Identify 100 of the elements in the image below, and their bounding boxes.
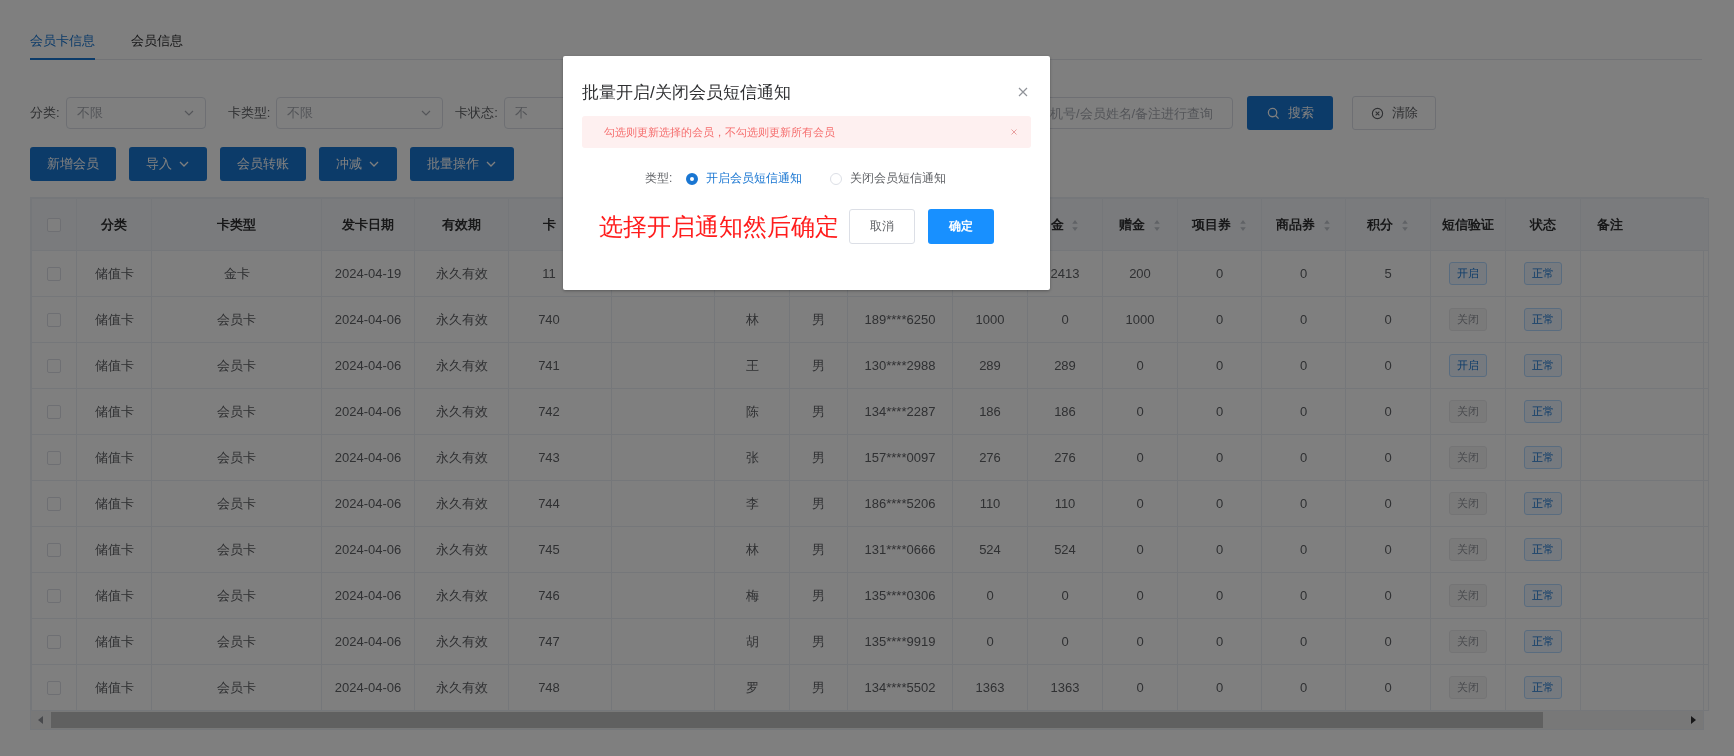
table-cell: 2024-04-06 — [334, 542, 402, 557]
status-tag: 正常 — [1524, 538, 1562, 561]
table-cell: 0 — [1136, 634, 1144, 649]
table-cell: 2024-04-06 — [334, 496, 402, 511]
table-cell: 0 — [1299, 404, 1308, 419]
table-cell: 1000 — [1125, 312, 1155, 327]
action-button[interactable]: 批量操作 — [410, 147, 514, 181]
table-cell: 5 — [1384, 266, 1392, 281]
status-tag: 正常 — [1524, 630, 1562, 653]
table-cell: 永久有效 — [435, 403, 488, 419]
column-header: 金 — [1050, 216, 1064, 232]
clear-button[interactable]: 清除 — [1352, 96, 1436, 130]
table-cell: 储值卡 — [94, 357, 134, 373]
annotation-text: 选择开启通知然后确定 — [599, 211, 839, 242]
table-cell: 2024-04-06 — [334, 634, 402, 649]
status-tag: 正常 — [1524, 676, 1562, 699]
table-cell: 储值卡 — [94, 265, 134, 281]
table-cell: 储值卡 — [94, 403, 134, 419]
table-cell: 276 — [1054, 450, 1076, 465]
table-cell: 储值卡 — [94, 633, 134, 649]
tab[interactable]: 会员卡信息 — [30, 32, 95, 60]
search-icon — [1266, 106, 1280, 120]
table-cell: 储值卡 — [94, 587, 134, 603]
action-button[interactable]: 冲减 — [319, 147, 397, 181]
column-header: 状态 — [1530, 216, 1556, 232]
table-cell: 2024-04-19 — [334, 266, 402, 281]
table-cell: 林 — [745, 541, 759, 557]
table-cell: 永久有效 — [435, 587, 488, 603]
table-cell: 0 — [1215, 312, 1224, 327]
close-icon[interactable] — [1017, 86, 1029, 98]
table-cell: 157****0097 — [864, 450, 936, 465]
status-tag: 正常 — [1524, 400, 1562, 423]
horizontal-scrollbar[interactable] — [31, 711, 1703, 729]
table-cell: 2413 — [1050, 266, 1080, 281]
table-cell: 130****2988 — [864, 358, 936, 373]
sort-icon[interactable] — [1152, 218, 1161, 232]
table-cell: 会员卡 — [217, 403, 256, 419]
sort-icon[interactable] — [1238, 218, 1247, 232]
table-cell: 0 — [1061, 312, 1069, 327]
table-cell: 男 — [812, 679, 825, 695]
table-cell: 0 — [1299, 266, 1308, 281]
column-header: 赠金 — [1119, 216, 1146, 232]
table-cell: 罗 — [745, 679, 759, 695]
table-cell: 742 — [538, 404, 560, 419]
cancel-button[interactable]: 取消 — [849, 209, 915, 244]
table-cell: 747 — [538, 634, 560, 649]
table-cell: 0 — [1384, 358, 1392, 373]
action-button[interactable]: 会员转账 — [220, 147, 306, 181]
table-cell: 134****5502 — [864, 680, 936, 695]
table-cell: 会员卡 — [217, 449, 256, 465]
table-cell: 王 — [745, 357, 759, 373]
sms-tag: 开启 — [1449, 262, 1487, 285]
table-cell: 会员卡 — [217, 633, 256, 649]
radio-option[interactable]: 关闭会员短信通知 — [830, 170, 947, 187]
filter-label: 卡状态: — [455, 104, 498, 122]
table-cell: 0 — [1215, 496, 1224, 511]
table-cell: 2024-04-06 — [334, 588, 402, 603]
action-button[interactable]: 新增会员 — [30, 147, 116, 181]
column-header: 短信验证 — [1442, 216, 1494, 232]
sort-icon[interactable] — [1071, 218, 1080, 232]
filter-label: 分类: — [30, 104, 60, 122]
column-header: 积分 — [1367, 216, 1394, 232]
scroll-left-icon[interactable] — [37, 715, 45, 725]
action-button[interactable]: 导入 — [129, 147, 207, 181]
table-cell: 2024-04-06 — [334, 404, 402, 419]
table-cell: 会员卡 — [217, 679, 256, 695]
confirm-button[interactable]: 确定 — [928, 209, 994, 244]
table-cell: 189****6250 — [864, 312, 936, 327]
status-tag: 正常 — [1524, 446, 1562, 469]
table-cell: 0 — [1215, 542, 1224, 557]
table-cell: 741 — [538, 358, 560, 373]
table-cell: 0 — [1384, 588, 1392, 603]
table-cell: 金卡 — [223, 265, 250, 281]
tab[interactable]: 会员信息 — [131, 32, 183, 60]
sort-icon[interactable] — [1322, 218, 1331, 232]
status-tag: 正常 — [1524, 354, 1562, 377]
table-cell: 0 — [1384, 450, 1392, 465]
filter-label: 卡类型: — [227, 104, 271, 122]
table-cell: 永久有效 — [435, 679, 488, 695]
table-cell: 0 — [1136, 450, 1144, 465]
scroll-right-icon[interactable] — [1689, 715, 1697, 725]
dialog-title: 批量开启/关闭会员短信通知 — [582, 81, 791, 104]
table-cell: 11 — [542, 266, 556, 281]
table-cell: 1363 — [1050, 680, 1080, 695]
close-icon[interactable] — [1009, 127, 1019, 137]
table-cell: 永久有效 — [435, 449, 488, 465]
status-tag: 正常 — [1524, 262, 1562, 285]
sort-icon[interactable] — [1400, 218, 1409, 232]
table-cell: 0 — [1215, 680, 1224, 695]
table-cell: 0 — [1384, 634, 1392, 649]
table-cell: 李 — [745, 495, 759, 511]
radio-option[interactable]: 开启会员短信通知 — [686, 170, 803, 187]
status-tag: 正常 — [1524, 584, 1562, 607]
table-cell: 会员卡 — [217, 357, 256, 373]
table-cell: 会员卡 — [217, 495, 256, 511]
table-cell: 135****9919 — [864, 634, 936, 649]
table-cell: 1363 — [975, 680, 1005, 695]
column-header: 商品券 — [1276, 216, 1316, 232]
table-cell: 0 — [1136, 588, 1144, 603]
search-button[interactable]: 搜索 — [1247, 96, 1333, 130]
